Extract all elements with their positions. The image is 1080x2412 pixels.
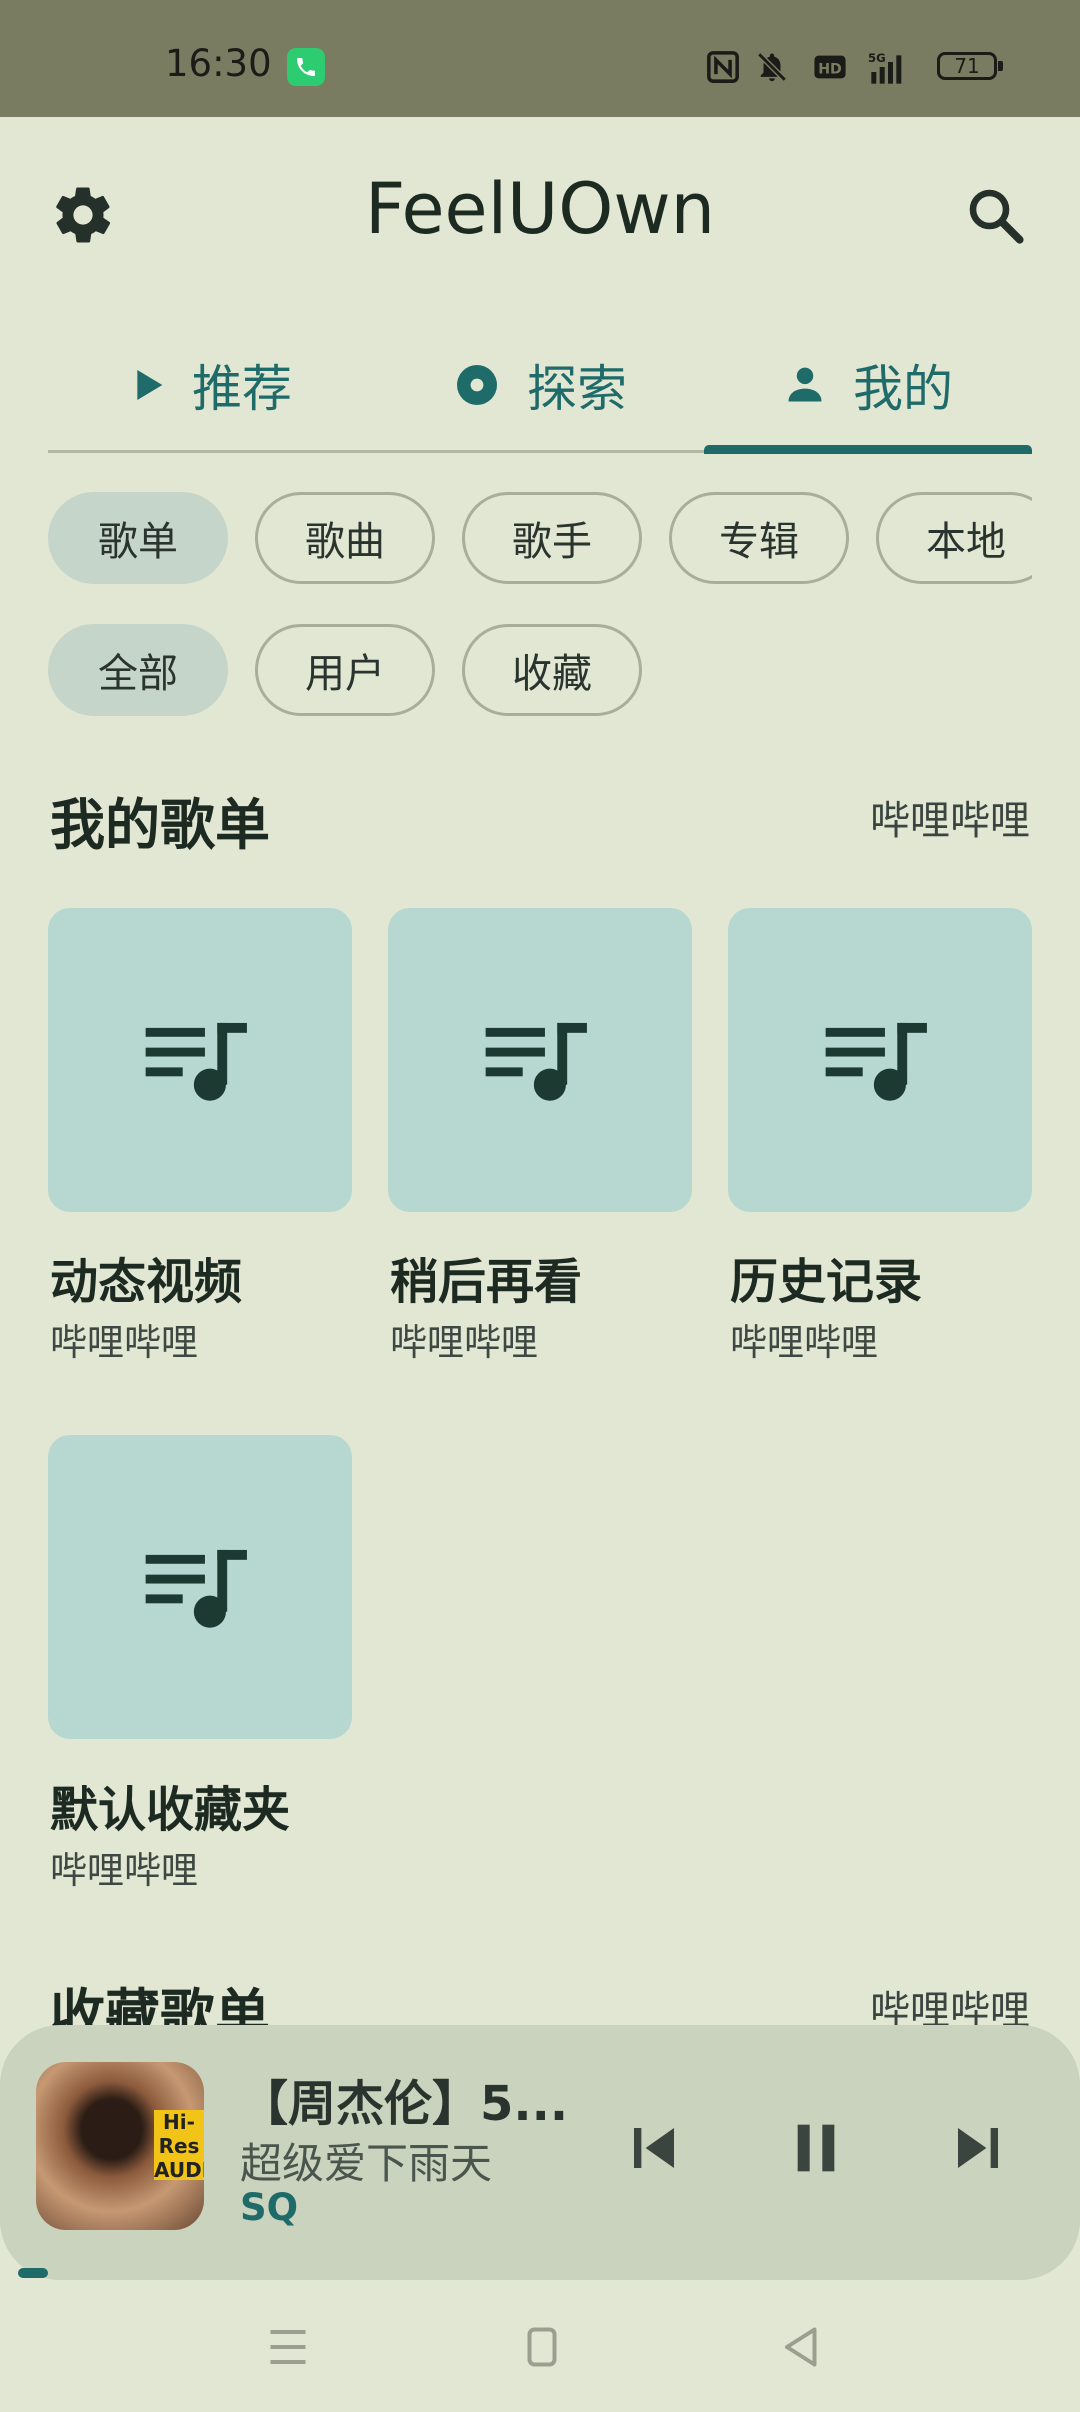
signal-5g-icon: 5G	[868, 51, 902, 84]
app-title: FeelUOwn	[365, 168, 715, 250]
back-icon	[785, 2327, 817, 2367]
playlist-subtitle: 哔哩哔哩	[50, 1849, 198, 1892]
section-title-my-playlists: 我的歌单	[50, 793, 271, 857]
tab-label: 探索	[527, 360, 627, 418]
playlist-subtitle: 哔哩哔哩	[390, 1321, 538, 1364]
chip-all[interactable]: 全部	[48, 624, 228, 716]
previous-button[interactable]	[614, 2108, 694, 2188]
skip-next-icon	[958, 2128, 998, 2168]
playlist-music-icon	[485, 1022, 587, 1101]
pause-button[interactable]	[776, 2108, 856, 2188]
next-button[interactable]	[938, 2108, 1018, 2188]
search-icon	[969, 189, 1024, 244]
status-time: 16:30	[165, 42, 272, 85]
playlist-cover[interactable]	[48, 908, 352, 1212]
phone-call-icon	[287, 48, 325, 86]
hires-badge: Hi-Res AUDIO	[154, 2110, 204, 2182]
playlist-music-icon	[145, 1022, 247, 1101]
tab-recommend[interactable]: 推荐	[48, 340, 376, 430]
tab-label: 推荐	[192, 360, 292, 418]
chip-songs[interactable]: 歌曲	[255, 492, 435, 584]
nav-back-button[interactable]	[772, 2322, 832, 2372]
chip-playlists[interactable]: 歌单	[48, 492, 228, 584]
playlist-cover[interactable]	[48, 1435, 352, 1739]
chip-favorites[interactable]: 收藏	[462, 624, 642, 716]
playlist-title[interactable]: 历史记录	[730, 1242, 922, 1312]
nav-menu-button[interactable]	[258, 2322, 318, 2372]
nfc-icon	[707, 51, 739, 83]
chip-local[interactable]: 本地	[876, 492, 1032, 584]
network-label: 5G	[868, 51, 886, 65]
chip-albums[interactable]: 专辑	[669, 492, 849, 584]
search-button[interactable]	[962, 182, 1028, 248]
playlist-music-icon	[825, 1022, 927, 1101]
skip-previous-icon	[634, 2128, 674, 2168]
status-bar	[0, 0, 1080, 117]
pause-icon	[797, 2124, 835, 2172]
menu-icon	[270, 2330, 306, 2364]
playlist-subtitle: 哔哩哔哩	[730, 1321, 878, 1364]
tab-label: 我的	[853, 360, 953, 418]
disc-icon	[457, 365, 497, 405]
chip-user[interactable]: 用户	[255, 624, 435, 716]
bell-mute-icon	[757, 52, 787, 82]
chip-clip: 本地	[876, 480, 1032, 596]
song-title: 【周杰伦】5...	[240, 2076, 569, 2132]
section-source-link[interactable]: 哔哩哔哩	[870, 788, 1030, 846]
playlist-cover[interactable]	[388, 908, 692, 1212]
tab-mine[interactable]: 我的	[704, 340, 1032, 430]
playlist-title[interactable]: 默认收藏夹	[50, 1770, 290, 1840]
home-icon	[527, 2327, 557, 2367]
playlist-cover[interactable]	[728, 908, 1032, 1212]
song-artist: 超级爱下雨天	[240, 2139, 493, 2188]
playlist-title[interactable]: 动态视频	[50, 1242, 242, 1312]
tab-explore[interactable]: 探索	[376, 340, 704, 430]
chip-artists[interactable]: 歌手	[462, 492, 642, 584]
quality-label: SQ	[240, 2186, 299, 2229]
svg-text:HD: HD	[818, 61, 842, 77]
hd-icon: HD	[814, 55, 846, 79]
playlist-title[interactable]: 稍后再看	[390, 1242, 582, 1312]
tab-indicator	[704, 445, 1032, 454]
nav-home-button[interactable]	[512, 2322, 572, 2372]
play-icon	[137, 370, 163, 400]
battery-icon: 71	[937, 52, 1003, 80]
playlist-music-icon	[145, 1549, 247, 1628]
person-icon	[788, 367, 822, 402]
playlist-subtitle: 哔哩哔哩	[50, 1321, 198, 1364]
album-art[interactable]: Hi-Res AUDIO	[36, 2062, 204, 2230]
playback-progress[interactable]	[18, 2268, 48, 2278]
